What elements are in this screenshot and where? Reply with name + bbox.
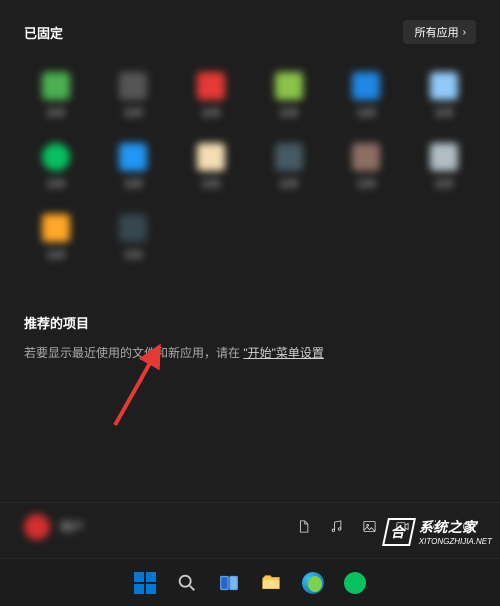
app-icon	[275, 143, 303, 171]
app-label: 应用	[280, 177, 298, 190]
start-menu: 已固定 所有应用 › 应用 应用 应用 应用 应用 应用 应用 应用 应用 应用…	[0, 0, 500, 606]
edge-icon	[302, 572, 324, 594]
app-icon	[352, 72, 380, 100]
chevron-right-icon: ›	[463, 27, 466, 38]
pinned-app[interactable]: 应用	[406, 137, 482, 202]
app-label: 应用	[124, 177, 142, 190]
windows-logo-icon	[134, 572, 156, 594]
power-icon[interactable]	[461, 519, 476, 534]
pinned-app[interactable]: 应用	[96, 137, 172, 202]
avatar	[24, 514, 50, 540]
app-icon	[42, 72, 70, 100]
app-label: 应用	[47, 248, 65, 261]
pinned-app[interactable]: 应用	[251, 66, 327, 131]
footer-icons	[296, 519, 476, 534]
videos-icon[interactable]	[395, 519, 410, 534]
app-label: 应用	[47, 106, 65, 119]
app-icon	[119, 143, 147, 171]
app-icon	[119, 72, 147, 100]
pinned-app[interactable]: 应用	[18, 208, 94, 273]
pinned-app[interactable]: 应用	[173, 66, 249, 131]
app-label: 应用	[124, 248, 142, 261]
recommended-title: 推荐的项目	[24, 313, 476, 332]
pictures-icon[interactable]	[362, 519, 377, 534]
recommended-section: 推荐的项目 若要显示最近使用的文件和新应用，请在 "开始"菜单设置	[0, 273, 500, 372]
music-icon[interactable]	[329, 519, 344, 534]
username: 用户	[60, 518, 84, 535]
pinned-grid: 应用 应用 应用 应用 应用 应用 应用 应用 应用 应用 应用 应用 应用 应…	[0, 54, 500, 273]
start-settings-link[interactable]: "开始"菜单设置	[243, 346, 324, 360]
wechat-button[interactable]	[337, 565, 373, 601]
app-icon	[197, 143, 225, 171]
pinned-app[interactable]: 应用	[251, 137, 327, 202]
start-footer: 用户	[0, 502, 500, 550]
app-label: 应用	[280, 106, 298, 119]
app-label: 应用	[435, 177, 453, 190]
app-icon	[352, 143, 380, 171]
pinned-app[interactable]: 应用	[173, 137, 249, 202]
wechat-icon	[344, 572, 366, 594]
app-icon	[430, 72, 458, 100]
user-account-button[interactable]: 用户	[24, 514, 84, 540]
pinned-app[interactable]: 应用	[18, 66, 94, 131]
app-label: 应用	[202, 106, 220, 119]
app-icon	[275, 72, 303, 100]
app-label: 应用	[357, 177, 375, 190]
app-label: 应用	[435, 106, 453, 119]
file-explorer-button[interactable]	[253, 565, 289, 601]
app-icon	[430, 143, 458, 171]
app-icon	[42, 214, 70, 242]
pinned-app[interactable]: 应用	[96, 208, 172, 273]
pinned-app[interactable]: 应用	[96, 66, 172, 131]
start-button[interactable]	[127, 565, 163, 601]
app-label: 应用	[357, 106, 375, 119]
pinned-app[interactable]: 应用	[329, 66, 405, 131]
app-label: 应用	[47, 177, 65, 190]
pinned-header: 已固定 所有应用 ›	[0, 0, 500, 54]
edge-button[interactable]	[295, 565, 331, 601]
app-icon	[197, 72, 225, 100]
taskbar-search-button[interactable]	[169, 565, 205, 601]
recommended-hint: 若要显示最近使用的文件和新应用，请在 "开始"菜单设置	[24, 344, 476, 362]
all-apps-label: 所有应用	[415, 24, 459, 40]
settings-icon[interactable]	[428, 519, 443, 534]
app-icon	[119, 214, 147, 242]
pinned-app[interactable]: 应用	[329, 137, 405, 202]
app-label: 应用	[202, 177, 220, 190]
pinned-title: 已固定	[24, 23, 63, 42]
pinned-app[interactable]: 应用	[406, 66, 482, 131]
taskview-button[interactable]	[211, 565, 247, 601]
app-icon	[42, 143, 70, 171]
pinned-app[interactable]: 应用	[18, 137, 94, 202]
app-label: 应用	[124, 106, 142, 119]
recommended-hint-prefix: 若要显示最近使用的文件和新应用，请在	[24, 346, 240, 360]
all-apps-button[interactable]: 所有应用 ›	[403, 20, 476, 44]
documents-icon[interactable]	[296, 519, 311, 534]
taskbar	[0, 558, 500, 606]
